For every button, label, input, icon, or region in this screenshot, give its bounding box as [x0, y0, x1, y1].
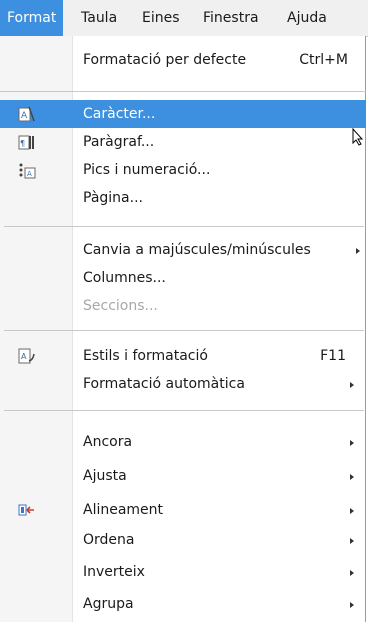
shortcut-label: Ctrl+M [299, 52, 348, 68]
svg-text:A: A [27, 170, 32, 178]
menubar-eines[interactable]: Eines [135, 0, 187, 36]
menu-item-label: Formatació automàtica [83, 376, 245, 392]
menu-item-label: Caràcter... [83, 106, 156, 122]
menu-item-label: Columnes... [83, 270, 166, 286]
menu-item-group[interactable]: Agrupa [0, 590, 366, 618]
menu-item-label: Canvia a majúscules/minúscules [83, 242, 311, 258]
menu-item-label: Seccions... [83, 298, 158, 314]
submenu-arrow-icon [350, 538, 354, 544]
menu-item-bullets-numbering[interactable]: A Pics i numeració... [0, 156, 366, 184]
menu-item-label: Pàgina... [83, 190, 143, 206]
menu-item-anchor[interactable]: Ancora [0, 428, 366, 456]
submenu-arrow-icon [356, 248, 360, 254]
menu-item-sections: Seccions... [0, 292, 366, 320]
menu-separator [4, 226, 364, 227]
menu-item-wrap[interactable]: Ajusta [0, 462, 366, 490]
submenu-arrow-icon [350, 602, 354, 608]
menu-item-label: Estils i formatació [83, 348, 208, 364]
menu-item-arrange[interactable]: Ordena [0, 526, 366, 554]
menu-item-autoformat[interactable]: Formatació automàtica [0, 370, 366, 398]
menu-item-columns[interactable]: Columnes... [0, 264, 366, 292]
character-icon: A [18, 106, 35, 122]
menu-item-change-case[interactable]: Canvia a majúscules/minúscules [0, 236, 366, 264]
menu-separator [0, 91, 366, 92]
paragraph-icon: ¶ [18, 135, 34, 150]
menu-item-label: Paràgraf... [83, 134, 155, 150]
menu-item-page[interactable]: Pàgina... [0, 184, 366, 212]
menu-item-label: Ajusta [83, 468, 127, 484]
menu-separator [4, 330, 364, 331]
menu-item-character[interactable]: A Caràcter... [0, 100, 366, 128]
menubar-ajuda[interactable]: Ajuda [280, 0, 334, 36]
menu-item-label: Formatació per defecte [83, 52, 247, 68]
menu-item-styles-formatting[interactable]: A Estils i formatació F11 [0, 342, 366, 370]
menu-item-label: Ordena [83, 532, 135, 548]
svg-text:A: A [21, 352, 27, 361]
menubar: Format Taula Eines Finestra Ajuda [0, 0, 368, 37]
svg-text:A: A [21, 111, 28, 121]
styles-icon: A [18, 348, 35, 364]
menu-separator [4, 410, 364, 411]
submenu-arrow-icon [350, 382, 354, 388]
menu-item-flip[interactable]: Inverteix [0, 558, 366, 586]
mouse-cursor-icon [352, 128, 364, 146]
format-dropdown-menu: Formatació per defecte Ctrl+M A Caràcter… [0, 36, 366, 622]
menubar-taula[interactable]: Taula [74, 0, 124, 36]
menu-item-default-formatting[interactable]: Formatació per defecte Ctrl+M [0, 46, 366, 74]
menu-item-label: Alineament [83, 502, 164, 518]
menu-item-label: Pics i numeració... [83, 162, 211, 178]
svg-text:¶: ¶ [20, 139, 25, 148]
submenu-arrow-icon [350, 440, 354, 446]
menu-item-alignment[interactable]: Alineament [0, 496, 366, 524]
menu-item-paragraph[interactable]: ¶ Paràgraf... [0, 128, 366, 156]
submenu-arrow-icon [350, 570, 354, 576]
bullets-numbering-icon: A [19, 163, 36, 179]
menubar-format[interactable]: Format [0, 0, 64, 36]
menu-item-label: Inverteix [83, 564, 145, 580]
submenu-arrow-icon [350, 474, 354, 480]
menu-item-label: Agrupa [83, 596, 134, 612]
menubar-finestra[interactable]: Finestra [196, 0, 266, 36]
submenu-arrow-icon [350, 508, 354, 514]
menu-item-label: Ancora [83, 434, 133, 450]
alignment-icon [18, 504, 34, 516]
shortcut-label: F11 [320, 348, 346, 364]
